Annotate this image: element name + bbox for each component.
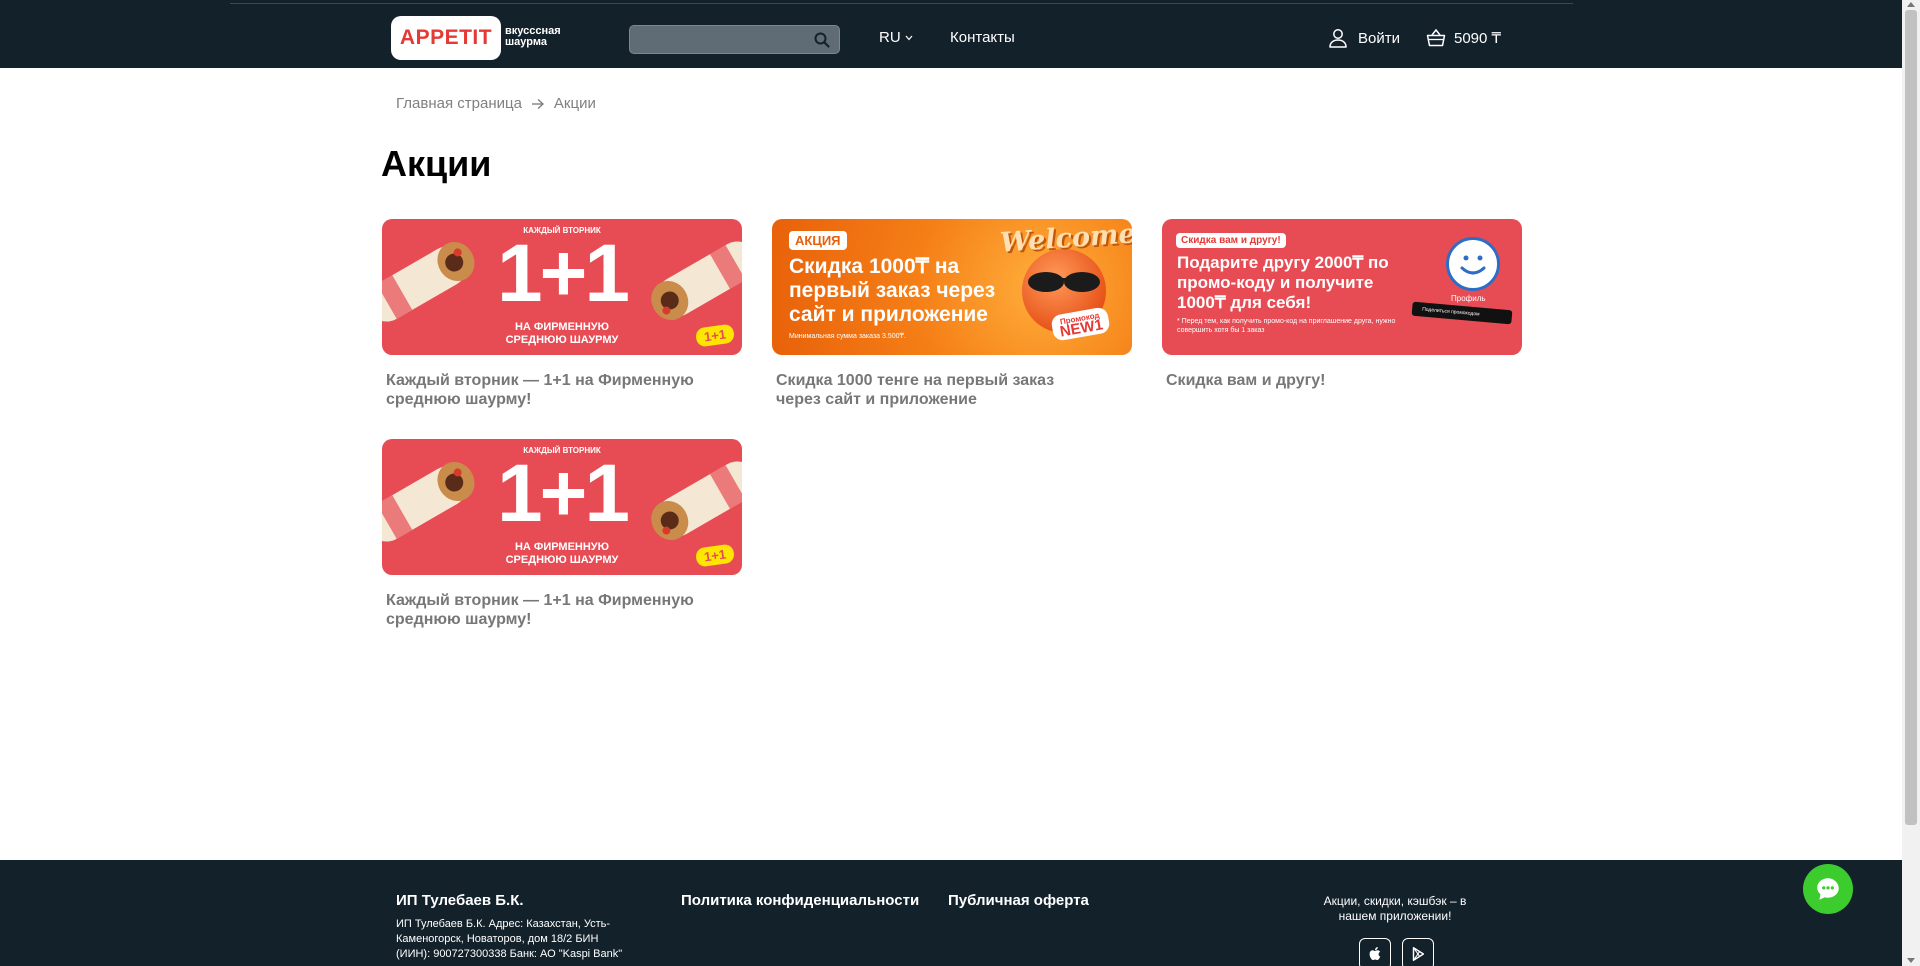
promo-banner-1p1[interactable]: КАЖДЫЙ ВТОРНИК 1+1 НА ФИРМЕННУЮ СРЕДНЮЮ Ш… [382, 439, 742, 575]
banner-headline: Подарите другу 2000₸ по промо-коду и пол… [1177, 253, 1389, 312]
promo-title[interactable]: Каждый вторник — 1+1 на Фирменную средню… [382, 371, 702, 409]
banner-line: НА ФИРМЕННУЮ СРЕДНЮЮ ШАУРМУ [382, 321, 742, 347]
footer-address: ИП Тулебаев Б.К. Адрес: Казахстан, Усть-… [396, 918, 623, 960]
banner-line2: СРЕДНЮЮ ШАУРМУ [505, 334, 619, 346]
promo-card[interactable]: АКЦИЯ Скидка 1000₸ на первый заказ через… [772, 219, 1132, 409]
app-store-button[interactable] [1359, 938, 1391, 966]
search-input[interactable] [629, 25, 840, 54]
promo-title[interactable]: Каждый вторник — 1+1 на Фирменную средню… [382, 591, 702, 629]
vertical-scrollbar[interactable] [1902, 0, 1920, 966]
login-button[interactable]: Войти [1328, 28, 1400, 48]
promo-banner-friend[interactable]: Скидка вам и другу! Подарите другу 2000₸… [1162, 219, 1522, 355]
header-divider [230, 0, 1573, 4]
promo-banner-welcome[interactable]: АКЦИЯ Скидка 1000₸ на первый заказ через… [772, 219, 1132, 355]
banner-badge: АКЦИЯ [789, 231, 847, 250]
banner-big: 1+1 [496, 228, 630, 319]
promo-banner-1p1[interactable]: КАЖДЫЙ ВТОРНИК 1+1 НА ФИРМЕННУЮ СРЕДНЮЮ Ш… [382, 219, 742, 355]
banner-headline: Скидка 1000₸ на первый заказ через сайт … [789, 255, 996, 326]
contacts-link[interactable]: Контакты [950, 29, 1015, 46]
arrow-right-icon [531, 98, 544, 109]
site-header: APPETIT вкусссная шаурма RU Контакты Вой… [0, 0, 1902, 68]
smile-icon [1446, 237, 1500, 291]
apple-icon [1369, 946, 1381, 961]
footer-company: ИП Тулебаев Б.К. [396, 892, 524, 909]
scroll-down-arrow[interactable] [1907, 958, 1915, 963]
promo-title[interactable]: Скидка вам и другу! [1162, 371, 1482, 390]
language-label: RU [879, 29, 901, 46]
scroll-up-arrow[interactable] [1907, 2, 1915, 7]
banner-min: Минимальная сумма заказа 3.500₸. [789, 333, 906, 340]
footer-app-promo: Акции, скидки, кэшбэк – в нашем приложен… [1323, 894, 1467, 923]
cart-button[interactable]: 5090 ₸ [1426, 28, 1501, 48]
search-icon[interactable] [814, 32, 830, 48]
banner-badge: Скидка вам и другу! [1176, 233, 1286, 248]
logo-subtitle: вкусссная шаурма [505, 25, 561, 48]
banner-big: 1+1 [496, 448, 630, 539]
chevron-down-icon [905, 35, 913, 40]
banner-profile: Профиль [1451, 294, 1486, 303]
basket-icon [1426, 28, 1446, 47]
logo-text: APPETIT [399, 26, 493, 49]
login-label: Войти [1358, 29, 1400, 47]
banner-line: НА ФИРМЕННУЮ СРЕДНЮЮ ШАУРМУ [382, 541, 742, 567]
promo-card[interactable]: КАЖДЫЙ ВТОРНИК 1+1 НА ФИРМЕННУЮ СРЕДНЮЮ Ш… [382, 219, 742, 409]
chat-button[interactable] [1803, 864, 1853, 914]
cart-total: 5090 ₸ [1454, 30, 1502, 47]
google-play-button[interactable] [1402, 938, 1434, 966]
breadcrumb: Главная страница Акции [396, 95, 596, 112]
breadcrumb-home[interactable]: Главная страница [396, 95, 522, 112]
promo-card[interactable]: КАЖДЫЙ ВТОРНИК 1+1 НА ФИРМЕННУЮ СРЕДНЮЮ Ш… [382, 439, 742, 629]
banner-line1: НА ФИРМЕННУЮ [514, 321, 609, 333]
google-play-icon [1412, 946, 1425, 962]
promo-code-value: NEW1 [1058, 316, 1105, 341]
user-icon [1329, 29, 1347, 48]
privacy-policy-link[interactable]: Политика конфиденциальности [681, 892, 919, 909]
banner-line1: НА ФИРМЕННУЮ [514, 541, 609, 553]
chat-icon [1817, 878, 1839, 900]
site-footer: ИП Тулебаев Б.К. ИП Тулебаев Б.К. Адрес:… [0, 860, 1902, 966]
sunglasses-image [1028, 272, 1100, 292]
page-title: Акции [381, 143, 492, 184]
language-selector[interactable]: RU [879, 29, 913, 46]
public-offer-link[interactable]: Публичная оферта [948, 892, 1089, 909]
banner-welcome: Welcome [999, 219, 1132, 259]
breadcrumb-current: Акции [553, 95, 596, 112]
promo-title[interactable]: Скидка 1000 тенге на первый заказ через … [772, 371, 1092, 409]
promo-card[interactable]: Скидка вам и другу! Подарите другу 2000₸… [1162, 219, 1522, 390]
scroll-thumb[interactable] [1905, 10, 1917, 825]
banner-line2: СРЕДНЮЮ ШАУРМУ [505, 554, 619, 566]
logo[interactable]: APPETIT [391, 16, 501, 60]
page: APPETIT вкусссная шаурма RU Контакты Вой… [0, 0, 1920, 966]
banner-share: Поделиться промокодом [1411, 301, 1513, 325]
banner-note: * Перед тем, как получить промо-код на п… [1177, 318, 1396, 334]
